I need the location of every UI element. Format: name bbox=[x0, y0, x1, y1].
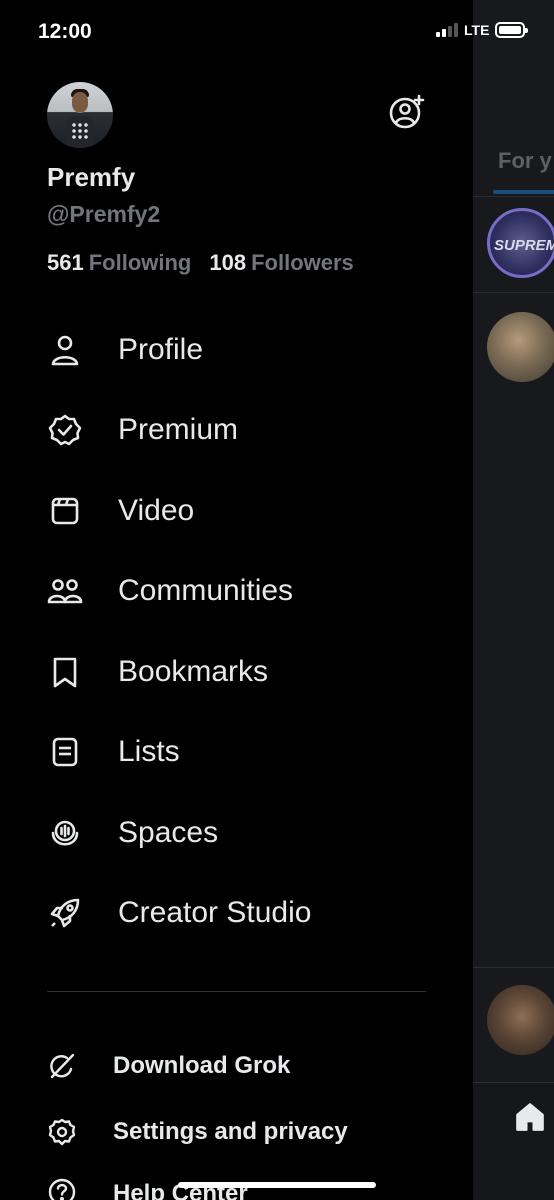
menu-label: Premium bbox=[118, 413, 239, 446]
following-label: Following bbox=[88, 250, 192, 275]
battery-icon bbox=[495, 22, 529, 38]
menu-label: Communities bbox=[118, 574, 294, 607]
list-icon bbox=[52, 737, 78, 767]
post-avatar[interactable]: SUPREM bbox=[487, 208, 554, 278]
menu-item-creator-studio[interactable]: Creator Studio bbox=[0, 883, 473, 943]
tab-underline bbox=[493, 190, 554, 194]
status-time: 12:00 bbox=[38, 20, 92, 43]
follow-stats: 561 Following 108 Followers bbox=[47, 250, 354, 276]
following-link[interactable]: 561 Following bbox=[47, 250, 191, 276]
menu-label: Download Grok bbox=[113, 1052, 291, 1079]
post-avatar[interactable] bbox=[487, 312, 554, 382]
network-label: LTE bbox=[464, 22, 490, 38]
rocket-icon bbox=[50, 898, 80, 928]
divider bbox=[473, 967, 554, 968]
menu-item-premium[interactable]: Premium bbox=[0, 400, 473, 460]
followers-link[interactable]: 108 Followers bbox=[209, 250, 353, 276]
divider bbox=[473, 292, 554, 293]
bookmark-icon bbox=[53, 657, 77, 688]
display-name[interactable]: Premfy bbox=[47, 162, 135, 193]
verified-badge-icon bbox=[48, 414, 82, 446]
signal-icon bbox=[436, 23, 458, 37]
menu-label: Settings and privacy bbox=[113, 1118, 348, 1145]
divider bbox=[473, 196, 554, 197]
status-indicators: LTE bbox=[436, 22, 529, 38]
communities-icon bbox=[47, 579, 83, 604]
following-count: 561 bbox=[47, 250, 84, 275]
video-icon bbox=[51, 497, 79, 525]
menu-label: Lists bbox=[118, 735, 180, 768]
menu-divider bbox=[47, 991, 426, 992]
menu-item-profile[interactable]: Profile bbox=[0, 320, 473, 380]
help-icon bbox=[48, 1178, 76, 1200]
menu-label: Spaces bbox=[118, 816, 219, 849]
add-account-icon[interactable] bbox=[388, 93, 426, 131]
menu-item-spaces[interactable]: Spaces bbox=[0, 803, 473, 863]
menu-label: Video bbox=[118, 494, 195, 527]
menu-item-lists[interactable]: Lists bbox=[0, 722, 473, 782]
menu-item-settings[interactable]: Settings and privacy bbox=[0, 1107, 473, 1157]
spaces-icon bbox=[51, 820, 79, 846]
background-timeline: For y SUPREM bbox=[473, 0, 554, 1200]
person-icon bbox=[51, 335, 79, 366]
menu-label: Bookmarks bbox=[118, 655, 269, 688]
for-you-tab[interactable]: For y bbox=[498, 148, 552, 174]
menu-label: Creator Studio bbox=[118, 896, 312, 929]
user-handle: @Premfy2 bbox=[47, 201, 161, 227]
grok-icon bbox=[50, 1053, 75, 1079]
followers-count: 108 bbox=[209, 250, 247, 275]
menu-label: Profile bbox=[118, 333, 204, 366]
avatar-logo-text: SUPREM bbox=[494, 237, 554, 254]
avatar[interactable] bbox=[47, 82, 113, 148]
home-icon[interactable] bbox=[513, 1100, 547, 1134]
menu-item-communities[interactable]: Communities bbox=[0, 561, 473, 621]
menu-item-download-grok[interactable]: Download Grok bbox=[0, 1041, 473, 1091]
menu-item-bookmarks[interactable]: Bookmarks bbox=[0, 642, 473, 702]
home-indicator[interactable] bbox=[178, 1182, 376, 1188]
post-avatar[interactable] bbox=[487, 985, 554, 1055]
followers-label: Followers bbox=[251, 250, 354, 275]
menu-item-video[interactable]: Video bbox=[0, 481, 473, 541]
gear-icon bbox=[48, 1118, 76, 1146]
